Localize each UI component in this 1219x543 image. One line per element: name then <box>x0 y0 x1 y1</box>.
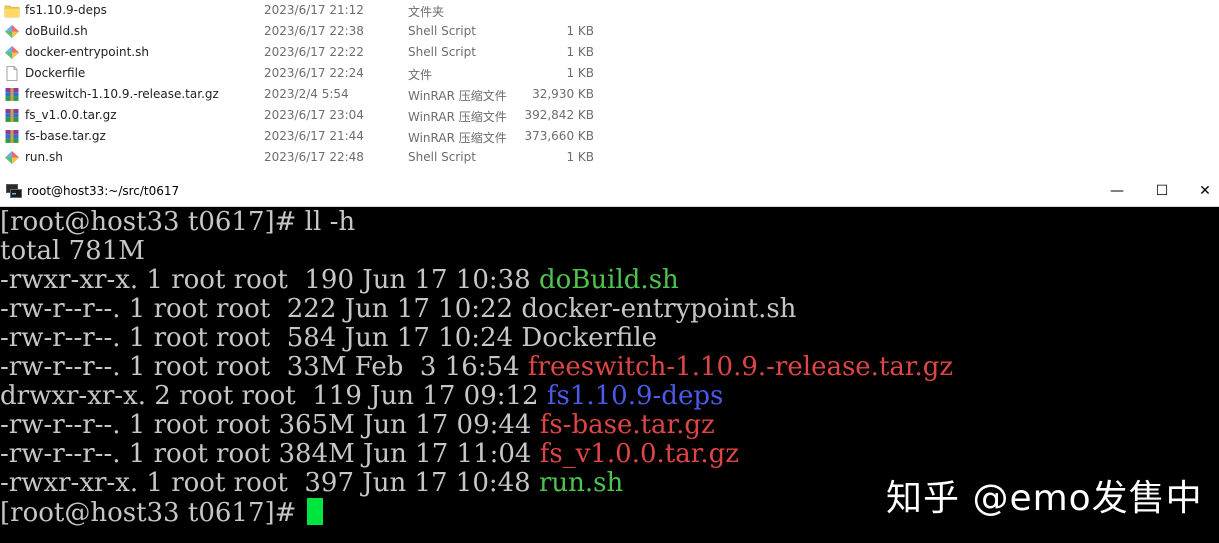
winrar-archive-icon <box>5 88 19 101</box>
listing-filename: Dockerfile <box>521 323 658 353</box>
file-modified-date: 2023/6/17 22:48 <box>264 150 364 164</box>
terminal-titlebar[interactable]: root@host33:~/src/t0617 — ☐ ✕ <box>0 177 1219 207</box>
terminal-prompt-line: [root@host33 t0617]# <box>0 498 323 528</box>
file-explorer-list: fs1.10.9-deps 2023/6/17 21:12 文件夹 doBuild.s… <box>0 0 1219 176</box>
file-name: doBuild.sh <box>25 24 88 38</box>
listing-filename: fs-base.tar.gz <box>539 410 715 440</box>
file-type: 文件 <box>408 68 433 82</box>
file-row[interactable]: fs1.10.9-deps 2023/6/17 21:12 文件夹 <box>0 0 1219 21</box>
listing-row: -rw-r--r--. 1 root root 584 Jun 17 10:24… <box>0 324 657 353</box>
file-size: 1 KB <box>566 150 594 164</box>
file-modified-date: 2023/6/17 23:04 <box>264 108 364 122</box>
shell-script-icon <box>5 46 19 59</box>
file-icon <box>6 66 18 81</box>
listing-filename: run.sh <box>539 468 624 498</box>
winrar-archive-icon <box>5 109 19 122</box>
file-row[interactable]: docker-entrypoint.sh 2023/6/17 22:22 Shell… <box>0 42 1219 63</box>
file-modified-date: 2023/6/17 22:22 <box>264 45 364 59</box>
listing-meta: -rw-r--r--. 1 root root 584 Jun 17 10:24 <box>0 323 522 353</box>
terminal-command-line: [root@host33 t0617]# ll -h <box>0 208 355 237</box>
zhihu-watermark: 知乎 @emo发售中 <box>886 478 1203 519</box>
listing-total: total 781M <box>0 236 145 266</box>
file-modified-date: 2023/6/17 22:38 <box>264 24 364 38</box>
file-name: freeswitch-1.10.9.-release.tar.gz <box>25 87 219 101</box>
file-size: 32,930 KB <box>532 87 594 101</box>
terminal-cursor <box>306 498 323 525</box>
shell-prompt: [root@host33 t0617]# <box>0 498 305 528</box>
shell-script-icon <box>5 151 19 164</box>
terminal-total-line: total 781M <box>0 237 145 266</box>
file-row[interactable]: freeswitch-1.10.9.-release.tar.gz 2023/2/… <box>0 84 1219 105</box>
listing-meta: -rwxr-xr-x. 1 root root 190 Jun 17 10:38 <box>0 265 539 295</box>
terminal-app-icon <box>6 184 22 198</box>
listing-filename: fs1.10.9-deps <box>546 381 724 411</box>
minimize-button[interactable]: — <box>1106 181 1128 201</box>
listing-row: -rw-r--r--. 1 root root 384M Jun 17 11:0… <box>0 440 739 469</box>
listing-row: -rwxr-xr-x. 1 root root 190 Jun 17 10:38… <box>0 266 679 295</box>
shell-script-icon <box>5 25 19 38</box>
listing-filename: freeswitch-1.10.9.-release.tar.gz <box>527 352 954 382</box>
listing-meta: -rwxr-xr-x. 1 root root 397 Jun 17 10:48 <box>0 468 539 498</box>
file-type: WinRAR 压缩文件 <box>408 110 507 124</box>
listing-meta: -rw-r--r--. 1 root root 365M Jun 17 09:4… <box>0 410 540 440</box>
file-modified-date: 2023/2/4 5:54 <box>264 87 349 101</box>
listing-meta: drwxr-xr-x. 2 root root 119 Jun 17 09:12 <box>0 381 547 411</box>
file-name: Dockerfile <box>25 66 86 80</box>
listing-row: drwxr-xr-x. 2 root root 119 Jun 17 09:12… <box>0 382 723 411</box>
listing-meta: -rw-r--r--. 1 root root 384M Jun 17 11:0… <box>0 439 540 469</box>
file-size: 1 KB <box>566 66 594 80</box>
file-row[interactable]: doBuild.sh 2023/6/17 22:38 Shell Script 1 K… <box>0 21 1219 42</box>
file-name: run.sh <box>25 150 63 164</box>
file-name: fs_v1.0.0.tar.gz <box>25 108 117 122</box>
file-type: Shell Script <box>408 45 476 59</box>
file-type: Shell Script <box>408 24 476 38</box>
file-size: 1 KB <box>566 45 594 59</box>
listing-filename: doBuild.sh <box>539 265 679 295</box>
file-modified-date: 2023/6/17 21:12 <box>264 3 364 17</box>
file-type: Shell Script <box>408 150 476 164</box>
file-name: fs-base.tar.gz <box>25 129 106 143</box>
listing-meta: -rw-r--r--. 1 root root 33M Feb 3 16:54 <box>0 352 528 382</box>
file-type: WinRAR 压缩文件 <box>408 89 507 103</box>
winrar-archive-icon <box>5 130 19 143</box>
listing-row: -rwxr-xr-x. 1 root root 397 Jun 17 10:48… <box>0 469 623 498</box>
folder-icon <box>4 5 20 18</box>
file-modified-date: 2023/6/17 21:44 <box>264 129 364 143</box>
file-row[interactable]: fs_v1.0.0.tar.gz 2023/6/17 23:04 WinRAR 压缩… <box>0 105 1219 126</box>
terminal-title: root@host33:~/src/t0617 <box>27 184 180 198</box>
file-row[interactable]: Dockerfile 2023/6/17 22:24 文件 1 KB <box>0 63 1219 84</box>
file-row[interactable]: fs-base.tar.gz 2023/6/17 21:44 WinRAR 压缩文件… <box>0 126 1219 147</box>
file-size: 1 KB <box>566 24 594 38</box>
file-size: 373,660 KB <box>524 129 594 143</box>
listing-filename: docker-entrypoint.sh <box>521 294 797 324</box>
listing-row: -rw-r--r--. 1 root root 365M Jun 17 09:4… <box>0 411 715 440</box>
listing-meta: -rw-r--r--. 1 root root 222 Jun 17 10:22 <box>0 294 522 324</box>
file-type: 文件夹 <box>408 5 445 19</box>
close-button[interactable]: ✕ <box>1194 181 1216 201</box>
file-name: fs1.10.9-deps <box>25 3 107 17</box>
file-name: docker-entrypoint.sh <box>25 45 149 59</box>
listing-row: -rw-r--r--. 1 root root 222 Jun 17 10:22… <box>0 295 796 324</box>
listing-filename: fs_v1.0.0.tar.gz <box>539 439 739 469</box>
command-prompt-text: [root@host33 t0617]# ll -h <box>0 207 356 237</box>
file-row[interactable]: run.sh 2023/6/17 22:48 Shell Script 1 KB <box>0 147 1219 168</box>
file-modified-date: 2023/6/17 22:24 <box>264 66 364 80</box>
file-type: WinRAR 压缩文件 <box>408 131 507 145</box>
maximize-button[interactable]: ☐ <box>1151 181 1173 201</box>
file-size: 392,842 KB <box>524 108 594 122</box>
listing-row: -rw-r--r--. 1 root root 33M Feb 3 16:54 … <box>0 353 953 382</box>
